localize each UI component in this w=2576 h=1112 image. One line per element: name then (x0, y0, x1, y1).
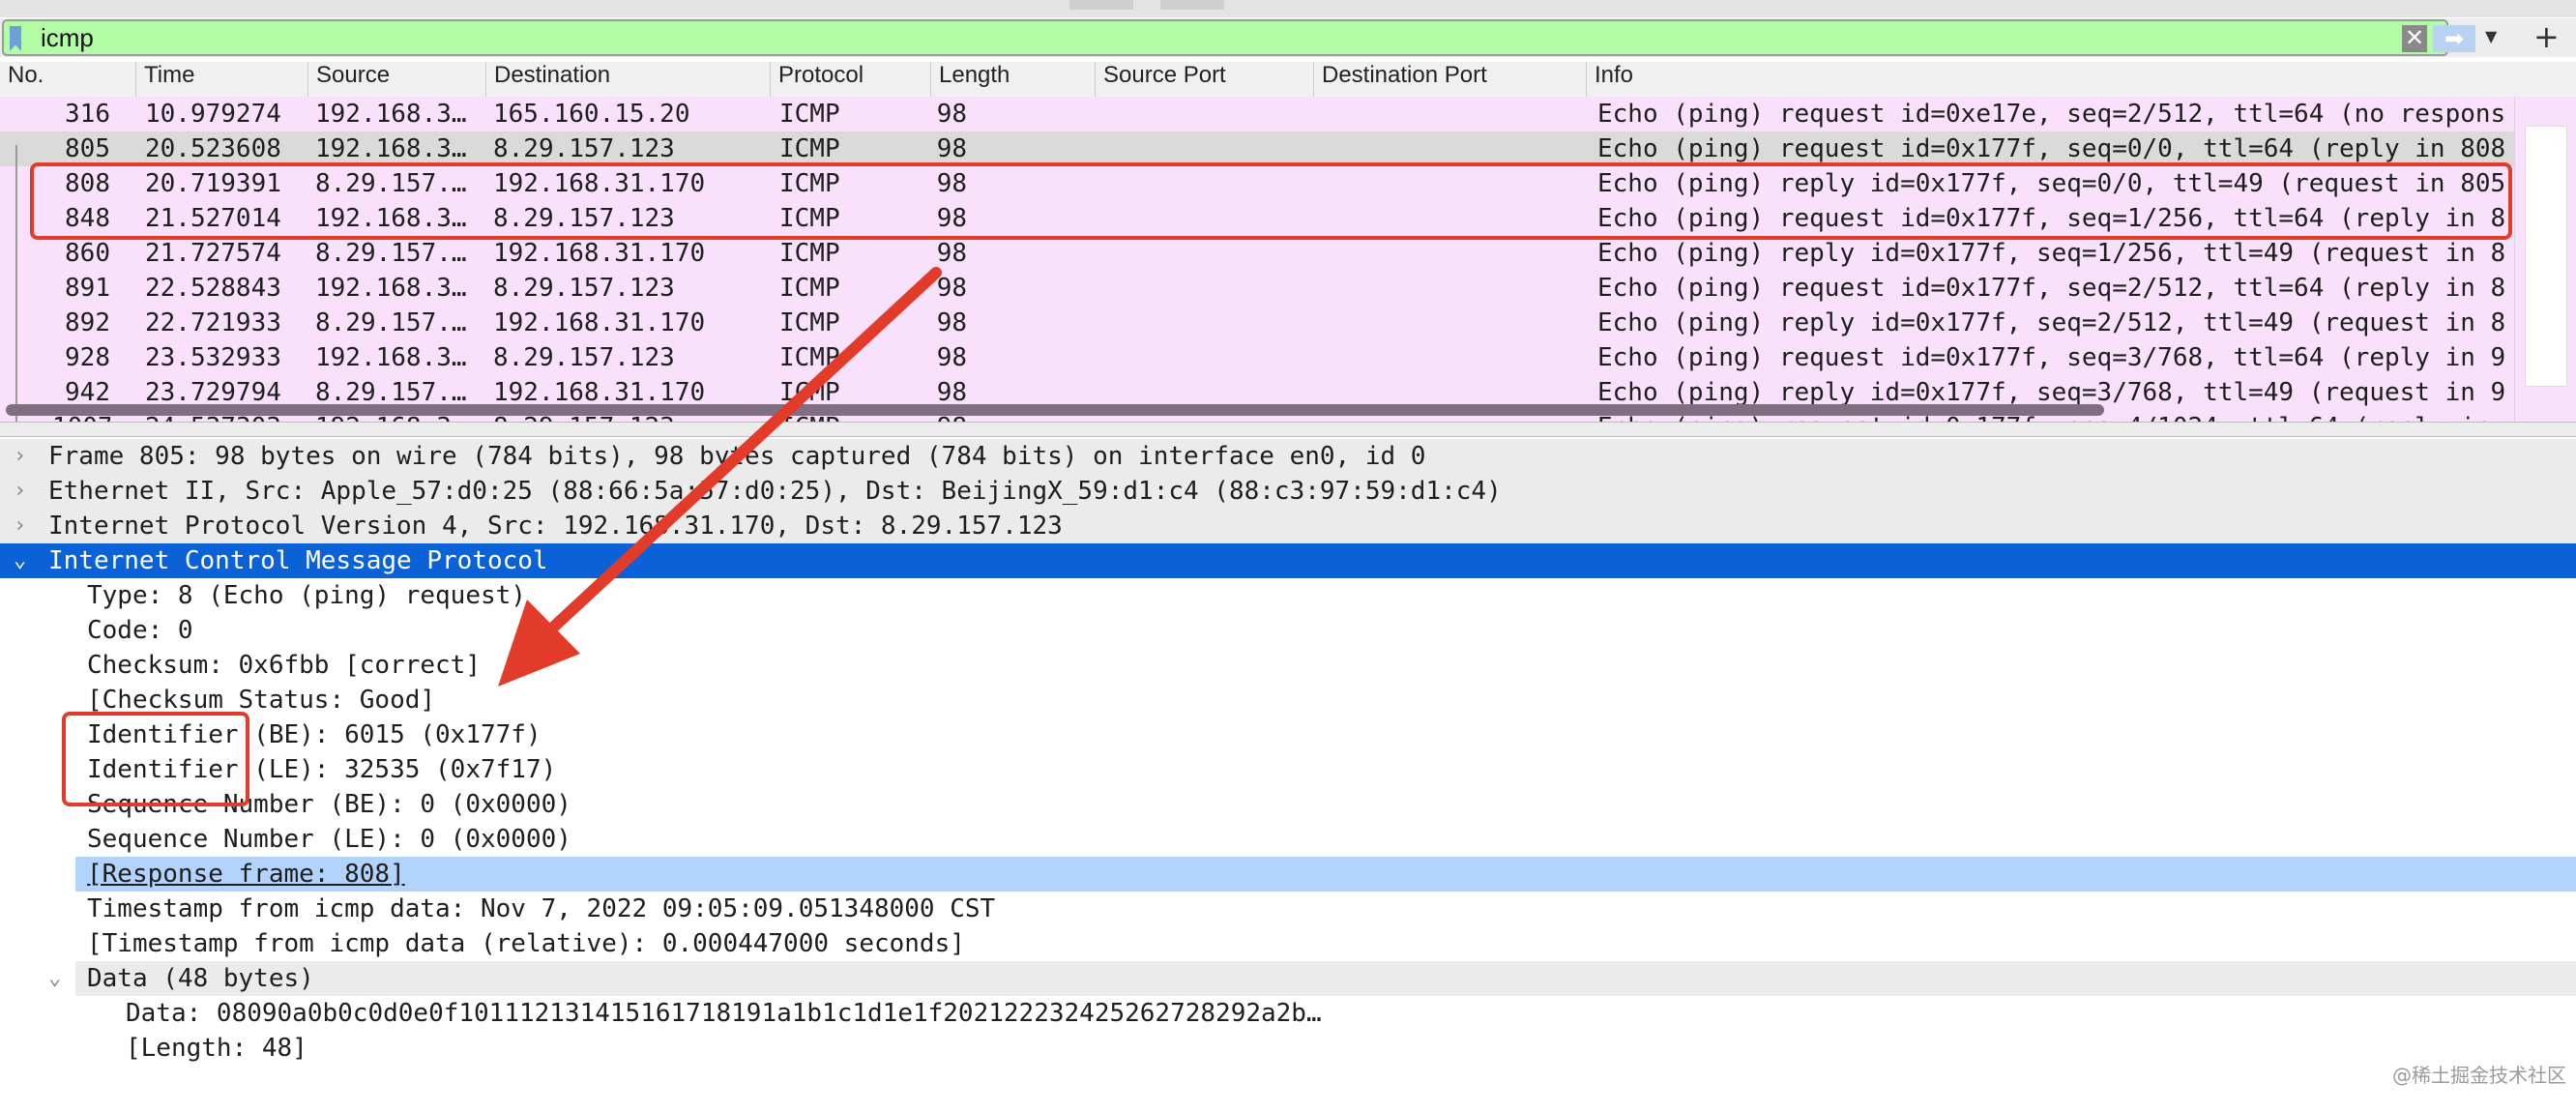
annotation-arrow (498, 267, 942, 687)
watermark: @稀土掘金技术社区 (2392, 1064, 2566, 1087)
